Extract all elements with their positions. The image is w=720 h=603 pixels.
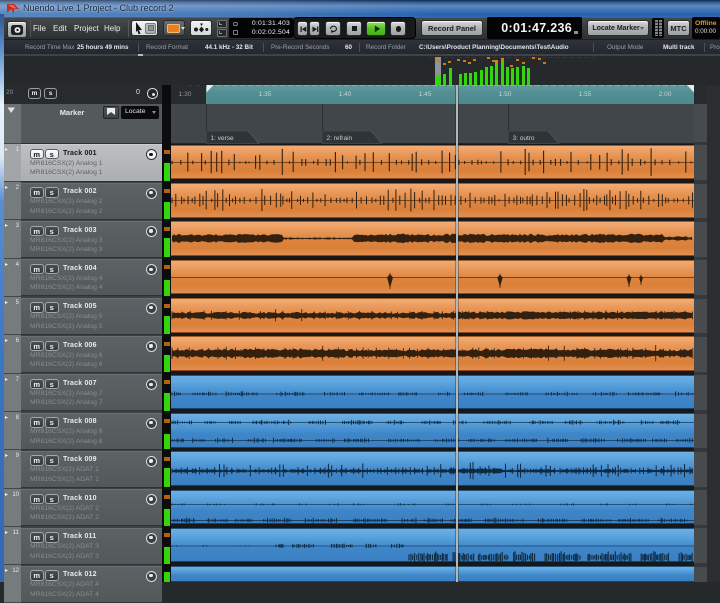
svg-text:1: verse: 1: verse — [211, 135, 235, 142]
svg-text:3: outro: 3: outro — [513, 135, 535, 142]
svg-text:2: refrain: 2: refrain — [327, 135, 353, 142]
